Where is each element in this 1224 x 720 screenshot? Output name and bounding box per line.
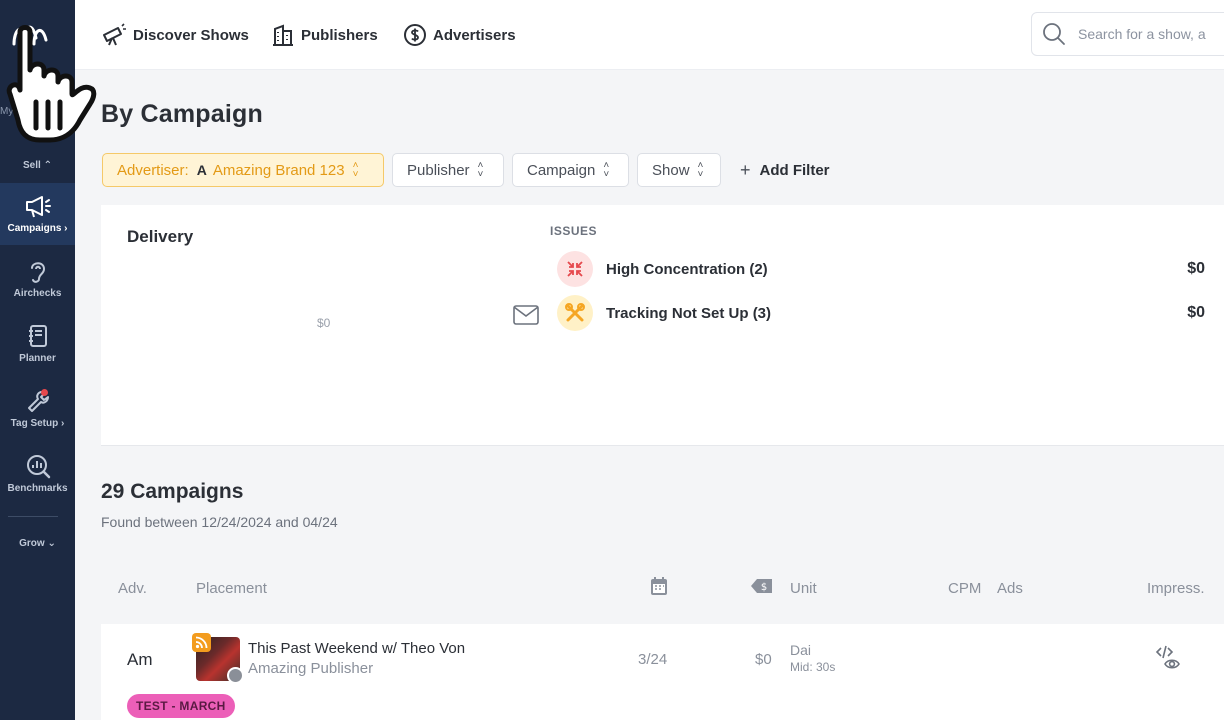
grow-label: Grow — [19, 538, 45, 549]
column-header-impressions[interactable]: Impress. — [1147, 580, 1205, 597]
grow-section-toggle[interactable]: Grow ⌄ — [0, 538, 75, 549]
clock-badge-icon — [227, 667, 244, 684]
show-filter-label: Show — [652, 161, 690, 179]
campaigns-count-title: 29 Campaigns — [101, 480, 244, 503]
sidebar-item-label: Benchmarks — [7, 483, 68, 494]
sidebar-item-campaigns[interactable]: Campaigns › — [0, 183, 75, 245]
sidebar-item-label: Campaigns — [7, 223, 62, 234]
issue-value: $0 — [1187, 304, 1205, 321]
campaign-price: $0 — [755, 651, 772, 668]
building-icon — [273, 24, 293, 46]
advertiser-filter[interactable]: Advertiser: A Amazing Brand 123 ˄ ˅ — [102, 153, 384, 187]
sell-label: Sell — [23, 160, 41, 171]
nav-advertisers-label: Advertisers — [433, 26, 516, 44]
dollar-circle-icon — [404, 24, 426, 46]
column-header-placement[interactable]: Placement — [196, 580, 267, 597]
search-box[interactable] — [1031, 12, 1224, 56]
issues-label: ISSUES — [550, 224, 598, 238]
search-icon — [1043, 23, 1065, 45]
mail-icon[interactable] — [513, 305, 539, 325]
sort-caret-icon: ˄ ˅ — [352, 160, 359, 180]
column-header-adv[interactable]: Adv. — [118, 580, 147, 597]
show-name[interactable]: This Past Weekend w/ Theo Von — [248, 640, 465, 657]
nav-publishers[interactable]: Publishers — [271, 22, 378, 48]
chevron-up-icon: ⌃ — [43, 160, 52, 171]
rss-icon — [192, 633, 211, 652]
unit-detail: Mid: 30s — [790, 660, 836, 674]
sidebar-item-benchmarks[interactable]: Benchmarks — [0, 443, 75, 505]
show-filter[interactable]: Show ˄ ˅ — [637, 153, 721, 187]
plus-icon: + — [740, 160, 751, 180]
hand-pointer-cursor-icon — [6, 25, 97, 143]
campaigns-date-range: Found between 12/24/2024 and 04/24 — [101, 514, 338, 530]
sort-caret-icon: ˄ ˅ — [477, 160, 484, 180]
add-filter-button[interactable]: + Add Filter — [740, 160, 830, 181]
table-row[interactable]: Am This Past Weekend w/ Theo Von Amazing… — [101, 624, 1224, 720]
sidebar-item-airchecks[interactable]: Airchecks — [0, 248, 75, 310]
add-filter-label: Add Filter — [759, 162, 830, 179]
nav-publishers-label: Publishers — [301, 26, 378, 44]
campaign-date: 3/24 — [638, 651, 668, 668]
advertiser-avatar: A — [196, 162, 207, 178]
advertiser-abbr: Am — [127, 650, 153, 669]
compress-icon — [557, 251, 593, 287]
sort-caret-icon: ˄ ˅ — [603, 160, 610, 180]
campaign-tag[interactable]: TEST - MARCH — [127, 694, 235, 718]
tools-icon — [557, 295, 593, 331]
issue-label: High Concentration (2) — [606, 260, 768, 278]
delivery-value: $0 — [317, 316, 331, 330]
publisher-name: Amazing Publisher — [248, 660, 374, 677]
top-navigation: Discover Shows Publishers Advertisers — [75, 0, 1224, 70]
column-header-cpm[interactable]: CPM — [948, 580, 981, 597]
publisher-filter[interactable]: Publisher ˄ ˅ — [392, 153, 504, 187]
publisher-filter-label: Publisher — [407, 161, 470, 179]
notification-dot — [41, 389, 48, 396]
svg-text:$: $ — [761, 582, 767, 593]
calendar-icon[interactable] — [650, 576, 668, 596]
search-input[interactable] — [1078, 26, 1224, 42]
sort-caret-icon: ˄ ˅ — [697, 160, 704, 180]
page-title: By Campaign — [101, 100, 263, 128]
sidebar-divider — [8, 516, 58, 517]
issue-high-concentration[interactable]: High Concentration (2) $0 — [557, 251, 1217, 287]
delivery-panel: Delivery $0 ISSUES High Concentration (2… — [101, 205, 1224, 446]
nav-advertisers[interactable]: Advertisers — [403, 22, 516, 48]
nav-discover-label: Discover Shows — [133, 26, 249, 44]
ear-icon — [30, 262, 45, 283]
campaign-filter[interactable]: Campaign ˄ ˅ — [512, 153, 629, 187]
sell-section-toggle[interactable]: Sell ⌃ — [0, 160, 75, 171]
column-header-ads[interactable]: Ads — [997, 580, 1023, 597]
sidebar-item-label: Airchecks — [13, 288, 62, 299]
campaign-filter-label: Campaign — [527, 161, 596, 179]
issue-value: $0 — [1187, 260, 1205, 277]
issue-tracking-not-set-up[interactable]: Tracking Not Set Up (3) $0 — [557, 295, 1217, 331]
advertiser-filter-label: Advertiser: — [117, 161, 189, 179]
megaphone-icon — [25, 196, 51, 218]
sidebar-item-label: Planner — [19, 353, 56, 364]
unit-type: Dai — [790, 642, 812, 658]
sidebar-item-planner[interactable]: Planner — [0, 313, 75, 375]
column-header-unit[interactable]: Unit — [790, 580, 817, 597]
chevron-down-icon: ⌄ — [47, 538, 56, 549]
sidebar-item-label: Tag Setup — [10, 418, 59, 429]
sidebar-item-tag-setup[interactable]: Tag Setup › — [0, 378, 75, 440]
price-tag-icon[interactable]: $ — [750, 576, 774, 596]
nav-discover-shows[interactable]: Discover Shows — [101, 22, 249, 48]
delivery-title: Delivery — [127, 227, 194, 246]
code-eye-icon[interactable] — [1155, 644, 1183, 672]
issue-label: Tracking Not Set Up (3) — [606, 304, 772, 322]
notebook-icon — [28, 325, 47, 347]
advertiser-filter-value: Amazing Brand 123 — [212, 161, 345, 179]
chart-magnifier-icon — [26, 455, 50, 479]
